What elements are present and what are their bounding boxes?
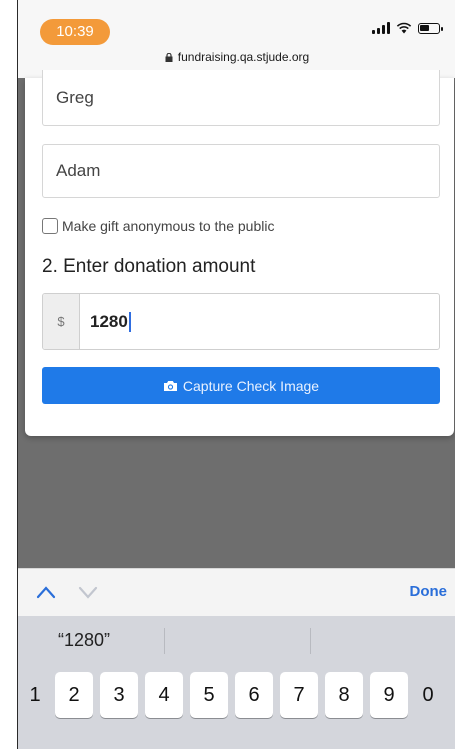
done-button[interactable]: Done	[410, 583, 448, 600]
keyboard-accessory-bar: Done	[18, 568, 455, 617]
lock-icon	[165, 53, 173, 62]
anonymous-checkbox[interactable]	[42, 218, 58, 234]
key-9[interactable]: 9	[370, 672, 408, 718]
key-7[interactable]: 7	[280, 672, 318, 718]
key-8[interactable]: 8	[325, 672, 363, 718]
digit-key-row: 1 2 3 4 5 6 7 8 9 0	[22, 672, 441, 718]
camera-icon	[163, 380, 177, 391]
amount-section-heading: 2. Enter donation amount	[42, 256, 256, 277]
wifi-icon	[396, 22, 412, 34]
last-name-field[interactable]: Adam	[42, 144, 440, 198]
key-2[interactable]: 2	[55, 672, 93, 718]
currency-addon: $	[43, 294, 80, 349]
anonymous-option[interactable]: Make gift anonymous to the public	[42, 218, 274, 234]
suggestion-divider	[310, 628, 311, 654]
suggestion-divider	[164, 628, 165, 654]
anonymous-label: Make gift anonymous to the public	[62, 218, 275, 234]
text-caret	[128, 311, 131, 332]
donation-amount-input[interactable]: 1280	[80, 294, 439, 349]
key-6[interactable]: 6	[235, 672, 273, 718]
status-time: 10:39	[40, 19, 110, 45]
next-field-arrow-icon[interactable]	[78, 585, 98, 599]
numeric-keyboard: “1280” 1 2 3 4 5 6 7 8 9 0	[18, 616, 455, 749]
previous-field-arrow-icon[interactable]	[36, 585, 56, 599]
url-text: fundraising.qa.stjude.org	[177, 50, 310, 64]
predictive-suggestion[interactable]: “1280”	[58, 630, 110, 651]
donation-form-card: Greg Adam Make gift anonymous to the pub…	[25, 70, 454, 436]
currency-symbol: $	[57, 314, 65, 329]
last-name-value: Adam	[56, 161, 101, 180]
battery-icon	[418, 22, 443, 34]
status-icons	[372, 22, 443, 34]
status-bar: 10:39 fundraising.qa.stjude.org	[18, 0, 455, 78]
first-name-field[interactable]: Greg	[42, 70, 440, 126]
address-bar[interactable]: fundraising.qa.stjude.org	[18, 50, 455, 64]
key-1[interactable]: 1	[22, 672, 48, 718]
amount-value: 1280	[90, 311, 128, 331]
signal-icon	[372, 22, 390, 34]
phone-screen: 10:39 fundraising.qa.stjude.org Greg Ada…	[17, 0, 455, 749]
key-3[interactable]: 3	[100, 672, 138, 718]
donation-amount-group: $ 1280	[42, 293, 440, 350]
first-name-value: Greg	[56, 87, 94, 107]
key-5[interactable]: 5	[190, 672, 228, 718]
capture-button-label: Capture Check Image	[182, 377, 320, 394]
key-4[interactable]: 4	[145, 672, 183, 718]
predictive-bar: “1280”	[18, 616, 455, 664]
capture-check-image-button[interactable]: Capture Check Image	[42, 367, 440, 404]
key-0[interactable]: 0	[415, 672, 441, 718]
